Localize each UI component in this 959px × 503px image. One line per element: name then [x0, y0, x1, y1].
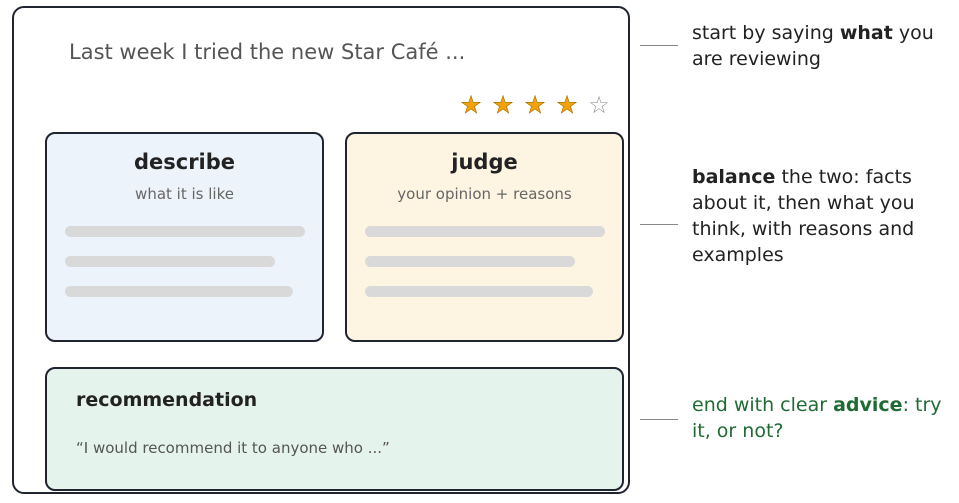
note-advice-emphasis: advice: [833, 394, 903, 416]
recommendation-box: recommendation “I would recommend it to …: [45, 367, 624, 491]
star-rating: ★ ★ ★ ★ ☆: [458, 91, 612, 119]
note-advice: end with clear advice: try it, or not?: [692, 392, 954, 444]
placeholder-text-line: [65, 256, 275, 267]
connector-line: [640, 419, 678, 420]
judge-box: judge your opinion + reasons: [345, 132, 624, 342]
note-advice-text: end with clear: [692, 394, 834, 416]
recommendation-quote: “I would recommend it to anyone who ...”: [76, 439, 390, 457]
star-filled-icon: ★: [524, 91, 546, 119]
describe-box: describe what it is like: [45, 132, 324, 342]
star-filled-icon: ★: [492, 91, 514, 119]
placeholder-text-line: [365, 286, 593, 297]
note-start-text: start by saying: [692, 22, 840, 44]
judge-title: judge: [451, 150, 518, 174]
star-filled-icon: ★: [460, 91, 482, 119]
note-start: start by saying what you are reviewing: [692, 20, 952, 72]
review-frame: Last week I tried the new Star Café ... …: [12, 6, 630, 494]
recommendation-title: recommendation: [76, 389, 258, 411]
describe-subtitle: what it is like: [135, 185, 234, 203]
judge-subtitle: your opinion + reasons: [397, 185, 572, 203]
placeholder-text-line: [65, 286, 293, 297]
star-filled-icon: ★: [556, 91, 578, 119]
star-empty-icon: ☆: [588, 91, 610, 119]
connector-line: [640, 45, 678, 46]
note-balance: balance the two: facts about it, then wh…: [692, 164, 958, 268]
describe-title: describe: [133, 150, 236, 174]
placeholder-text-line: [365, 256, 575, 267]
note-balance-emphasis: balance: [692, 166, 776, 188]
placeholder-text-line: [365, 226, 605, 237]
opening-line: Last week I tried the new Star Café ...: [69, 40, 466, 64]
connector-line: [640, 224, 678, 225]
note-start-emphasis: what: [839, 22, 893, 44]
placeholder-text-line: [65, 226, 305, 237]
